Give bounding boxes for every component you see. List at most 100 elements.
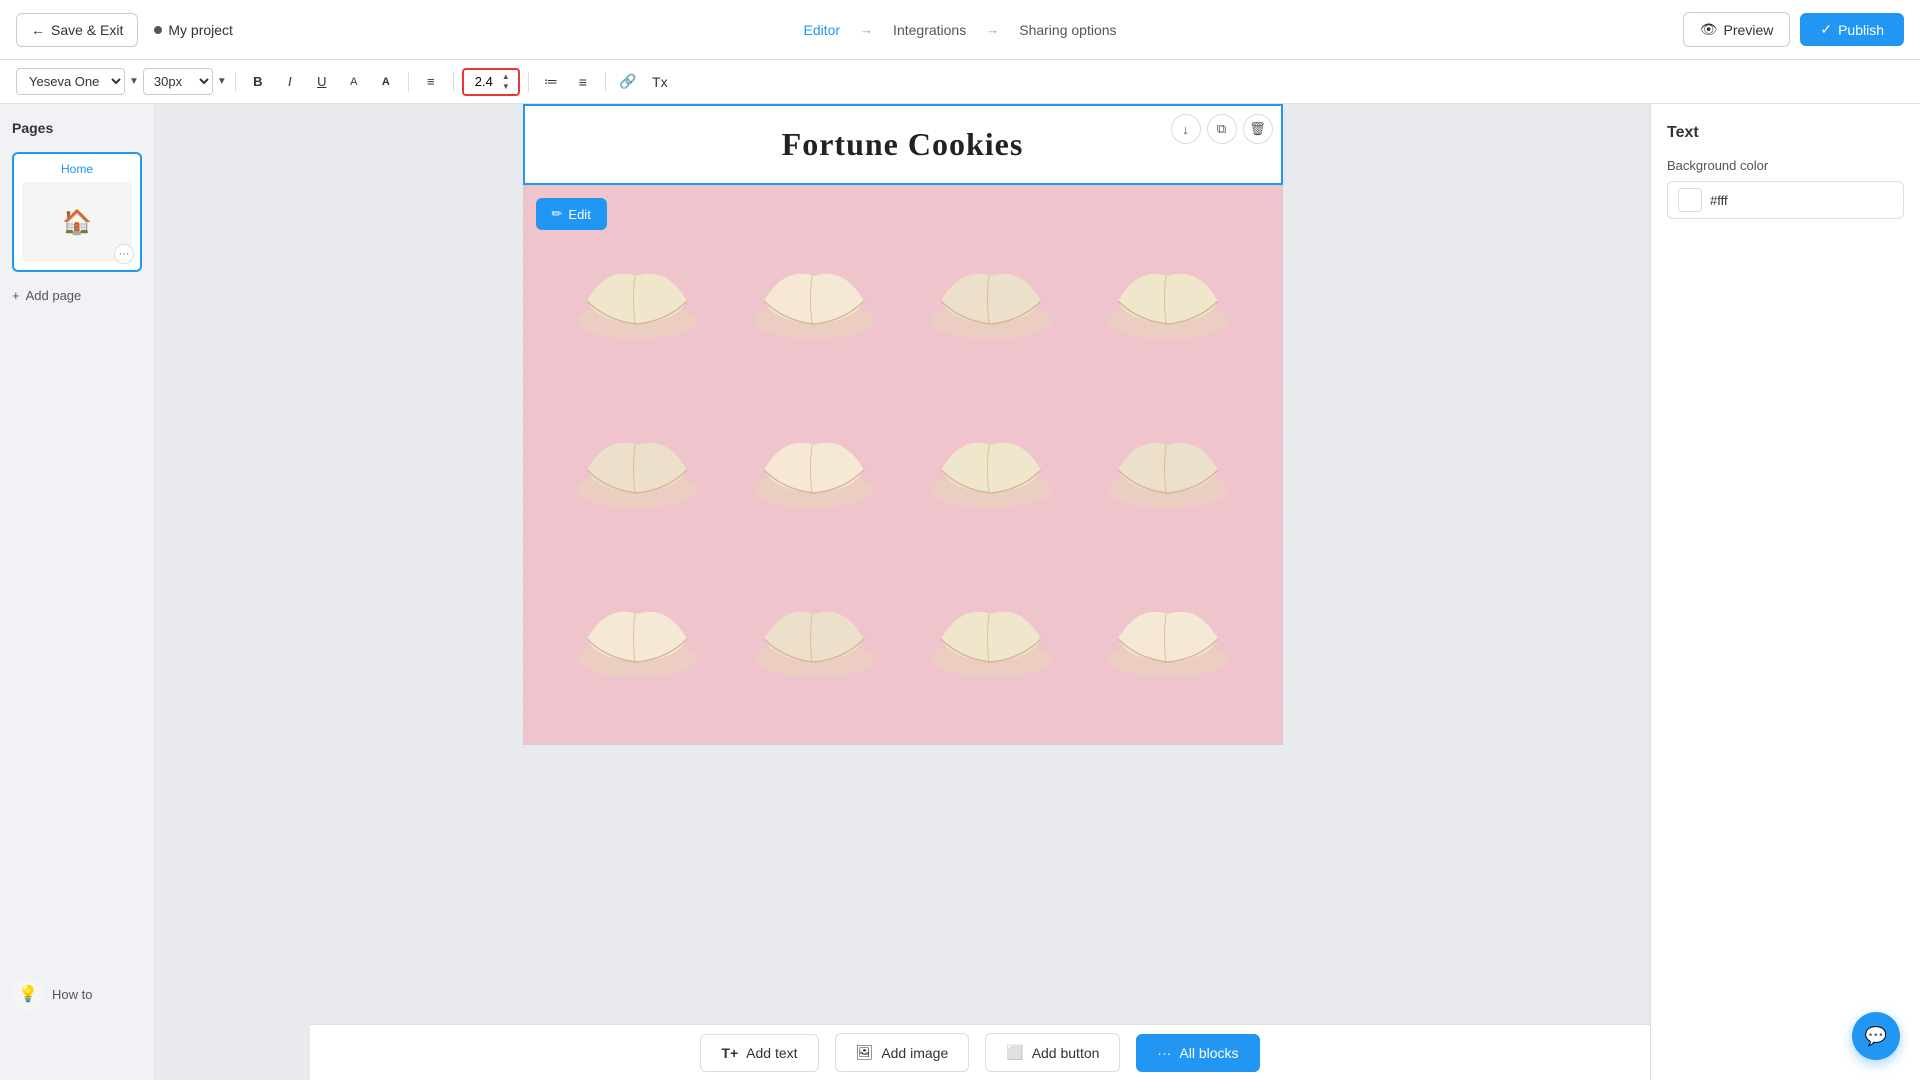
canvas-wrapper: ↓ ⧉ 🗑 Fortune Cookies ✏ Edit bbox=[155, 104, 1650, 805]
edit-pencil-icon: ✏ bbox=[552, 206, 563, 222]
cookie-4 bbox=[1085, 216, 1252, 375]
underline-button[interactable]: U bbox=[308, 68, 336, 96]
save-exit-button[interactable]: ← Save & Exit bbox=[16, 13, 138, 47]
back-arrow-icon: ← bbox=[31, 22, 45, 38]
edit-label: Edit bbox=[568, 207, 590, 222]
separator-1 bbox=[235, 72, 236, 92]
font-size-select[interactable]: 30px bbox=[143, 68, 213, 95]
cookie-2 bbox=[731, 216, 898, 375]
block-actions: ↓ ⧉ 🗑 bbox=[1171, 114, 1273, 144]
all-blocks-button[interactable]: ··· All blocks bbox=[1136, 1034, 1259, 1072]
how-to-label: How to bbox=[52, 987, 92, 1002]
add-image-label: Add image bbox=[881, 1045, 948, 1061]
home-page-thumbnail[interactable]: Home 🏠 ··· bbox=[12, 152, 142, 272]
font-family-select[interactable]: Yeseva One bbox=[16, 68, 125, 95]
cookie-3 bbox=[908, 216, 1075, 375]
add-text-button[interactable]: T+ Add text bbox=[700, 1034, 818, 1072]
plus-icon: + bbox=[12, 288, 20, 303]
clear-format-button[interactable]: Tx bbox=[646, 68, 674, 96]
top-navigation: ← Save & Exit My project Editor → Integr… bbox=[0, 0, 1920, 60]
bg-color-label: Background color bbox=[1667, 158, 1904, 173]
eye-icon: 👁 bbox=[1700, 21, 1718, 38]
unordered-list-button[interactable]: ≡ bbox=[569, 68, 597, 96]
background-color-field[interactable]: #fff bbox=[1667, 181, 1904, 219]
format-toolbar: Yeseva One ▼ 30px ▼ B I U A A ≡ 2.4 ▲ ▼ … bbox=[0, 60, 1920, 104]
cookie-1 bbox=[554, 216, 721, 375]
pages-sidebar: Pages Home 🏠 ··· + Add page 💡 How to bbox=[0, 104, 155, 1080]
chat-button[interactable]: 💬 bbox=[1852, 1012, 1900, 1060]
add-button-button[interactable]: ⬜ Add button bbox=[985, 1033, 1120, 1072]
how-to-button[interactable]: 💡 How to bbox=[12, 978, 92, 1010]
add-page-button[interactable]: + Add page bbox=[12, 284, 142, 307]
cookie-9 bbox=[554, 555, 721, 714]
nav-tabs: Editor → Integrations → Sharing options bbox=[791, 16, 1128, 44]
separator-3 bbox=[453, 72, 454, 92]
edit-block-button[interactable]: ✏ Edit bbox=[536, 198, 607, 230]
project-dot-icon bbox=[154, 26, 162, 34]
canvas-area: ↓ ⧉ 🗑 Fortune Cookies ✏ Edit bbox=[155, 104, 1650, 1080]
preview-label: Preview bbox=[1724, 22, 1774, 38]
button-icon: ⬜ bbox=[1006, 1044, 1023, 1061]
size-arrow-icon: ▼ bbox=[217, 76, 227, 87]
delete-button[interactable]: 🗑 bbox=[1243, 114, 1273, 144]
text-color-button[interactable]: A bbox=[340, 68, 368, 96]
arrow-icon-1: → bbox=[860, 22, 873, 37]
move-down-button[interactable]: ↓ bbox=[1171, 114, 1201, 144]
line-height-spinner: ▲ ▼ bbox=[500, 72, 512, 92]
add-button-label: Add button bbox=[1032, 1045, 1100, 1061]
color-input[interactable]: #fff bbox=[1710, 193, 1893, 208]
add-image-button[interactable]: 🖼 Add image bbox=[835, 1033, 970, 1072]
main-layout: Pages Home 🏠 ··· + Add page 💡 How to ↓ ⧉ bbox=[0, 104, 1920, 1080]
nav-right-actions: 👁 Preview ✓ Publish bbox=[1683, 12, 1904, 47]
cookie-6 bbox=[731, 385, 898, 544]
link-button[interactable]: 🔗 bbox=[614, 68, 642, 96]
dots-icon: ··· bbox=[1157, 1045, 1171, 1061]
chat-icon: 💬 bbox=[1865, 1026, 1887, 1047]
cookie-11 bbox=[908, 555, 1075, 714]
project-name-display: My project bbox=[154, 22, 233, 38]
page-title-text: Fortune Cookies bbox=[782, 126, 1024, 163]
add-text-label: Add text bbox=[746, 1045, 797, 1061]
publish-label: Publish bbox=[1838, 22, 1884, 38]
text-block[interactable]: ↓ ⧉ 🗑 Fortune Cookies bbox=[523, 104, 1283, 185]
cookie-12 bbox=[1085, 555, 1252, 714]
align-center-button[interactable]: ≡ bbox=[417, 68, 445, 96]
separator-2 bbox=[408, 72, 409, 92]
dropdown-arrow-icon: ▼ bbox=[129, 76, 139, 87]
line-height-control: 2.4 ▲ ▼ bbox=[462, 68, 520, 96]
arrow-icon-2: → bbox=[986, 22, 999, 37]
cookie-10 bbox=[731, 555, 898, 714]
sharing-options-tab[interactable]: Sharing options bbox=[1007, 16, 1128, 44]
home-icon: 🏠 bbox=[62, 208, 92, 237]
image-icon: 🖼 bbox=[856, 1044, 874, 1061]
text-icon: T+ bbox=[721, 1045, 738, 1061]
cookie-5 bbox=[554, 385, 721, 544]
line-height-up[interactable]: ▲ bbox=[500, 72, 512, 82]
all-blocks-label: All blocks bbox=[1179, 1045, 1238, 1061]
save-exit-label: Save & Exit bbox=[51, 22, 123, 38]
page-options-button[interactable]: ··· bbox=[114, 244, 134, 264]
integrations-tab[interactable]: Integrations bbox=[881, 16, 978, 44]
bottom-toolbar: T+ Add text 🖼 Add image ⬜ Add button ···… bbox=[310, 1024, 1650, 1080]
check-icon: ✓ bbox=[1820, 21, 1832, 38]
right-panel-title: Text bbox=[1667, 124, 1904, 142]
separator-5 bbox=[605, 72, 606, 92]
line-height-down[interactable]: ▼ bbox=[500, 82, 512, 92]
cookie-7 bbox=[908, 385, 1075, 544]
text-case-button[interactable]: A bbox=[372, 68, 400, 96]
duplicate-button[interactable]: ⧉ bbox=[1207, 114, 1237, 144]
ordered-list-button[interactable]: ≔ bbox=[537, 68, 565, 96]
image-block[interactable]: ✏ Edit bbox=[523, 185, 1283, 745]
line-height-input[interactable]: 2.4 bbox=[470, 74, 498, 89]
publish-button[interactable]: ✓ Publish bbox=[1800, 13, 1904, 46]
editor-tab[interactable]: Editor bbox=[791, 16, 852, 44]
preview-button[interactable]: 👁 Preview bbox=[1683, 12, 1791, 47]
home-page-label: Home bbox=[61, 162, 93, 176]
separator-4 bbox=[528, 72, 529, 92]
lightbulb-icon: 💡 bbox=[12, 978, 44, 1010]
color-swatch[interactable] bbox=[1678, 188, 1702, 212]
cookie-8 bbox=[1085, 385, 1252, 544]
italic-button[interactable]: I bbox=[276, 68, 304, 96]
add-page-label: Add page bbox=[26, 288, 82, 303]
bold-button[interactable]: B bbox=[244, 68, 272, 96]
